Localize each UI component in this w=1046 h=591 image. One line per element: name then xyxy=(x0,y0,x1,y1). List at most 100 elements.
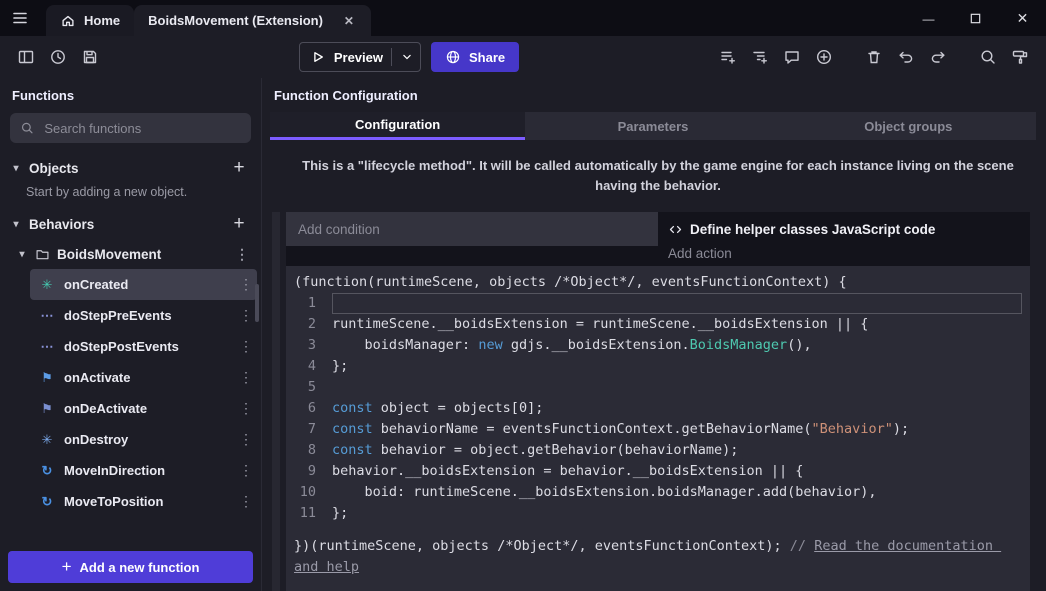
search-input[interactable] xyxy=(42,120,241,137)
save-icon xyxy=(81,48,99,66)
share-button[interactable]: Share xyxy=(431,42,519,72)
tab-extension[interactable]: BoidsMovement (Extension) xyxy=(134,5,371,36)
tab-home[interactable]: Home xyxy=(46,5,134,36)
folder-icon xyxy=(35,247,50,262)
delete-button[interactable] xyxy=(860,43,888,71)
paint-roller-icon xyxy=(1011,48,1029,66)
save-button[interactable] xyxy=(76,43,104,71)
function-list-item[interactable]: onDeActivate xyxy=(30,393,257,424)
kebab-menu-icon[interactable] xyxy=(237,369,255,386)
add-action-button[interactable]: Add action xyxy=(668,242,1020,264)
titlebar: Home BoidsMovement (Extension) xyxy=(0,0,1046,36)
add-object-button[interactable] xyxy=(227,157,251,179)
add-subevent-button[interactable] xyxy=(746,43,774,71)
kebab-menu-icon[interactable] xyxy=(237,338,255,355)
on-created-icon xyxy=(38,277,56,293)
minimize-button[interactable] xyxy=(905,0,952,36)
code-line: 6 const object = objects[0]; xyxy=(294,398,1022,419)
line-content: boidsManager: new gdjs.__boidsExtension.… xyxy=(332,335,1022,356)
undo-icon xyxy=(897,48,915,66)
event-header: Add condition Define helper classes Java… xyxy=(286,212,1030,266)
comment-icon xyxy=(783,48,801,66)
maximize-button[interactable] xyxy=(952,0,999,36)
do-step-post-events-icon xyxy=(38,339,56,355)
code-editor[interactable]: (function(runtimeScene, objects /*Object… xyxy=(286,266,1030,591)
code-footer-comment: // xyxy=(790,538,814,554)
add-function-button[interactable]: Add a new function xyxy=(8,551,253,583)
conditions-column: Add condition xyxy=(286,212,658,266)
function-list-item[interactable]: MoveToPosition xyxy=(30,486,257,517)
event-block[interactable]: Add condition Define helper classes Java… xyxy=(286,212,1030,591)
section-behaviors[interactable]: Behaviors xyxy=(0,209,261,239)
function-list-item[interactable]: doStepPreEvents xyxy=(30,300,257,331)
redo-button[interactable] xyxy=(924,43,952,71)
tab-configuration[interactable]: Configuration xyxy=(270,112,525,140)
on-destroy-icon xyxy=(38,432,56,448)
function-list-item[interactable]: doStepPostEvents xyxy=(30,331,257,362)
close-window-button[interactable] xyxy=(999,0,1046,36)
content: Functions Objects Start by adding a new … xyxy=(0,78,1046,591)
chevron-down-icon[interactable] xyxy=(400,50,414,64)
do-step-pre-events-icon xyxy=(38,308,56,324)
function-list-item[interactable]: onDestroy xyxy=(30,424,257,455)
comment-button[interactable] xyxy=(778,43,806,71)
toolbar-center: Preview Share xyxy=(299,42,519,72)
code-line: 4 }; xyxy=(294,356,1022,377)
code-footer-text: })(runtimeScene, objects /*Object*/, eve… xyxy=(294,538,790,554)
kebab-menu-icon[interactable] xyxy=(237,462,255,479)
function-list-item[interactable]: MoveInDirection xyxy=(30,455,257,486)
code-line: 11 }; xyxy=(294,503,1022,524)
panels-button[interactable] xyxy=(12,43,40,71)
section-objects[interactable]: Objects xyxy=(0,153,261,183)
line-number: 3 xyxy=(294,335,332,356)
tab-parameters[interactable]: Parameters xyxy=(525,112,780,140)
behavior-group-label: BoidsMovement xyxy=(57,247,161,262)
add-other-button[interactable] xyxy=(810,43,838,71)
add-subevent-icon xyxy=(751,48,769,66)
kebab-menu-icon[interactable] xyxy=(237,400,255,417)
search-button[interactable] xyxy=(974,43,1002,71)
line-content: }; xyxy=(332,503,1022,524)
add-event-button[interactable] xyxy=(714,43,742,71)
code-line: 3 boidsManager: new gdjs.__boidsExtensio… xyxy=(294,335,1022,356)
tab-object-groups[interactable]: Object groups xyxy=(781,112,1036,140)
add-behavior-button[interactable] xyxy=(227,213,251,235)
kebab-menu-icon[interactable] xyxy=(233,246,251,263)
theme-button[interactable] xyxy=(1006,43,1034,71)
event-drag-handle[interactable] xyxy=(272,212,280,591)
behavior-group-boidsmovement[interactable]: BoidsMovement xyxy=(0,239,261,269)
event-title: Define helper classes JavaScript code xyxy=(668,216,1020,242)
history-button[interactable] xyxy=(44,43,72,71)
undo-button[interactable] xyxy=(892,43,920,71)
close-tab-icon[interactable] xyxy=(341,14,357,28)
window-controls xyxy=(905,0,1046,36)
hamburger-menu-button[interactable] xyxy=(0,0,40,36)
sidebar-scrollbar-thumb[interactable] xyxy=(255,284,259,322)
line-number: 9 xyxy=(294,461,332,482)
function-label: doStepPostEvents xyxy=(64,339,229,354)
javascript-code-icon xyxy=(668,222,683,237)
kebab-menu-icon[interactable] xyxy=(237,493,255,510)
app-window: Home BoidsMovement (Extension) xyxy=(0,0,1046,591)
line-number: 1 xyxy=(294,293,332,314)
kebab-menu-icon[interactable] xyxy=(237,276,255,293)
add-function-label: Add a new function xyxy=(80,560,200,575)
chevron-down-icon xyxy=(10,219,22,230)
kebab-menu-icon[interactable] xyxy=(237,431,255,448)
add-condition-button[interactable]: Add condition xyxy=(286,212,658,246)
function-list-item[interactable]: onCreated xyxy=(30,269,257,300)
line-content: boid: runtimeScene.__boidsExtension.boid… xyxy=(332,482,1022,503)
function-list-item[interactable]: onActivate xyxy=(30,362,257,393)
preview-button[interactable]: Preview xyxy=(299,42,421,72)
search-box[interactable] xyxy=(10,113,251,143)
share-button-label: Share xyxy=(469,50,505,65)
line-number: 2 xyxy=(294,314,332,335)
chevron-down-icon xyxy=(10,163,22,174)
hamburger-icon xyxy=(11,9,29,27)
add-circle-icon xyxy=(815,48,833,66)
function-list: onCreated doStepPreEvents doStepPostEven… xyxy=(0,269,261,517)
toolbar-left-icons xyxy=(12,43,104,71)
maximize-icon xyxy=(969,12,982,25)
kebab-menu-icon[interactable] xyxy=(237,307,255,324)
line-number: 6 xyxy=(294,398,332,419)
